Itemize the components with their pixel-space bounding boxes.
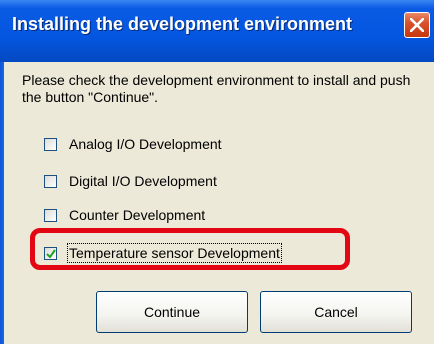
checkbox-label[interactable]: Analog I/O Development	[69, 136, 222, 152]
close-button[interactable]	[404, 12, 430, 38]
close-icon	[410, 18, 424, 32]
continue-button[interactable]: Continue	[96, 291, 248, 333]
instructions-text: Please check the development environment…	[22, 72, 411, 105]
checkbox-label[interactable]: Counter Development	[69, 207, 205, 223]
install-dialog: Installing the development environment P…	[0, 0, 434, 344]
checkbox-label[interactable]: Digital I/O Development	[69, 173, 217, 189]
checkbox-counter[interactable]: Counter Development	[44, 205, 205, 225]
checkbox-box[interactable]	[44, 174, 57, 188]
checkbox-box[interactable]	[44, 137, 57, 151]
highlight-annotation	[30, 228, 350, 270]
checkbox-box[interactable]	[44, 208, 57, 222]
checkbox-digital-io[interactable]: Digital I/O Development	[44, 171, 217, 191]
title-bar[interactable]: Installing the development environment	[0, 0, 434, 62]
cancel-button[interactable]: Cancel	[260, 291, 412, 333]
checkbox-analog-io[interactable]: Analog I/O Development	[44, 134, 222, 154]
dialog-title: Installing the development environment	[12, 14, 353, 34]
